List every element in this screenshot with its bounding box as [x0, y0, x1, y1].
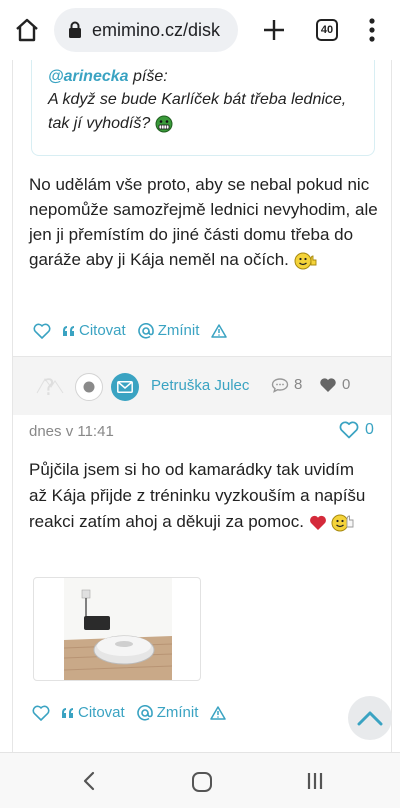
mention-label: Zmínit	[157, 322, 200, 339]
quote-writes: píše:	[133, 68, 168, 85]
red-heart-emoji	[309, 515, 326, 530]
heart-count-value: 0	[342, 376, 351, 393]
post-header: ? Petruška Julec 8 0	[13, 357, 391, 415]
post: ? Petruška Julec 8 0 dnes v 11:41 0 Půjč…	[12, 356, 392, 752]
like-heart-icon[interactable]	[32, 705, 50, 721]
online-status-button[interactable]	[75, 373, 103, 401]
recents-icon[interactable]	[306, 772, 324, 790]
like-count: 0	[365, 421, 374, 438]
quote-text: A když se bude Karlíček bát třeba lednic…	[48, 88, 358, 136]
like-heart-icon	[339, 421, 359, 439]
quote-username[interactable]: @arinecka	[48, 68, 129, 85]
comment-bubble-icon	[271, 377, 289, 393]
mention-label: Zmínit	[156, 704, 199, 721]
like-button[interactable]: 0	[339, 421, 374, 439]
kebab-menu-icon[interactable]	[367, 17, 377, 43]
quote-icon	[62, 707, 73, 718]
comment-count: 8	[271, 376, 302, 393]
url-text: emimino.cz/disk	[92, 19, 221, 40]
avatar[interactable]: ?	[29, 365, 69, 405]
plus-icon[interactable]	[262, 18, 286, 42]
thumbs-up-emoji	[294, 252, 317, 270]
post-actions: Citovat Zmínit	[33, 322, 239, 339]
back-icon[interactable]	[82, 771, 96, 791]
post-body: No udělám vše proto, aby se nebal pokud …	[29, 172, 379, 272]
report-warning-icon[interactable]	[211, 323, 228, 338]
cite-button[interactable]: Citovat	[62, 704, 125, 721]
tab-count: 40	[320, 24, 334, 36]
heart-icon	[320, 377, 336, 392]
author-name[interactable]: Petruška Julec	[151, 377, 249, 394]
post-image[interactable]	[33, 577, 201, 681]
home-button-icon[interactable]	[192, 772, 212, 792]
quote-icon	[63, 325, 74, 336]
browser-toolbar: emimino.cz/disk 40	[0, 0, 400, 60]
mention-button[interactable]: Zmínit	[137, 322, 200, 339]
at-icon	[137, 322, 154, 339]
chevron-up-icon	[357, 711, 383, 726]
quote-text-content: A když se bude Karlíček bát třeba lednic…	[48, 91, 347, 132]
post: @arinecka píše: A když se bude Karlíček …	[12, 60, 392, 356]
comment-count-value: 8	[294, 376, 303, 393]
envelope-icon	[117, 381, 133, 393]
svg-text:?: ?	[43, 376, 55, 401]
home-icon[interactable]	[14, 17, 40, 43]
quote-box: @arinecka píše: A když se bude Karlíček …	[31, 60, 375, 156]
page-content: @arinecka píše: A když se bude Karlíček …	[0, 60, 400, 752]
grimace-emoji	[155, 115, 173, 133]
report-warning-icon[interactable]	[210, 705, 227, 720]
system-navigation-bar	[0, 752, 400, 808]
like-heart-icon[interactable]	[33, 323, 51, 339]
post-actions: Citovat Zmínit	[32, 704, 238, 721]
robot-vacuum-photo	[63, 578, 173, 680]
message-button[interactable]	[111, 373, 139, 401]
cite-button[interactable]: Citovat	[63, 322, 126, 339]
address-bar[interactable]: emimino.cz/disk	[54, 8, 238, 52]
post-body: Půjčila jsem si ho od kamarádky tak uvid…	[29, 457, 369, 535]
at-icon	[136, 704, 153, 721]
thumbs-up-emoji	[331, 514, 354, 532]
cite-label: Citovat	[78, 704, 125, 721]
heart-count: 0	[319, 376, 350, 393]
quote-author: @arinecka píše:	[48, 66, 358, 88]
status-dot-icon	[83, 381, 95, 393]
post-body-text: No udělám vše proto, aby se nebal pokud …	[29, 175, 378, 269]
post-date: dnes v 11:41	[29, 423, 114, 440]
cite-label: Citovat	[79, 322, 126, 339]
lock-icon	[69, 21, 81, 38]
scroll-to-top-button[interactable]	[348, 696, 392, 740]
mention-button[interactable]: Zmínit	[136, 704, 199, 721]
tabs-button[interactable]: 40	[316, 19, 338, 41]
